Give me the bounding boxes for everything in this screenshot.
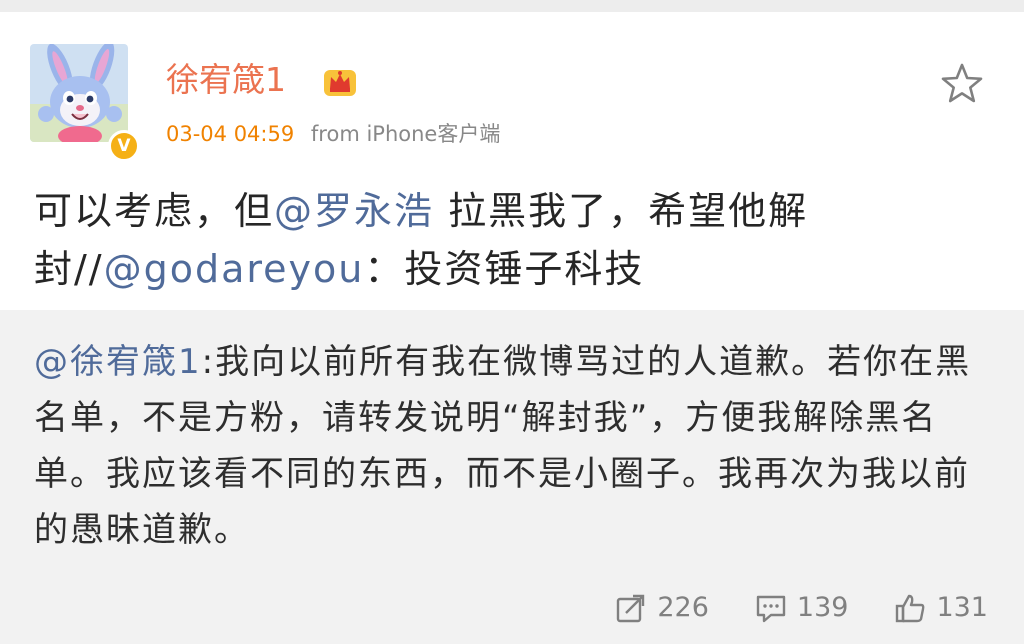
top-divider: [0, 0, 1024, 12]
bunny-avatar-icon: [30, 44, 128, 142]
like-count-button[interactable]: 131: [894, 592, 988, 624]
post-text-part3: ：投资锤子科技: [364, 247, 645, 291]
star-icon[interactable]: [940, 62, 984, 106]
repost-count: 226: [657, 592, 709, 623]
comment-count-button[interactable]: 139: [755, 592, 849, 624]
mention-original-author[interactable]: @徐宥箴1: [34, 342, 202, 382]
thumbs-up-icon: [896, 594, 925, 623]
crown-icon[interactable]: [322, 64, 358, 100]
repost-stats: 226 139 131: [569, 588, 988, 628]
mention-luoyonghao[interactable]: @罗永浩: [274, 189, 434, 233]
weibo-post-screen: V 徐宥箴1 03-04 04:59 from iPhone客户端 可以考虑，但…: [0, 0, 1024, 644]
reposted-content[interactable]: @徐宥箴1:我向以前所有我在微博骂过的人道歉。若你在黑名单，不是方粉，请转发说明…: [0, 310, 1024, 644]
share-icon: [617, 594, 645, 623]
post-text: 可以考虑，但@罗永浩 拉黑我了，希望他解封//@godareyou：投资锤子科技: [34, 182, 994, 298]
avatar[interactable]: [30, 44, 128, 142]
like-count: 131: [936, 592, 988, 623]
verified-badge: V: [108, 130, 140, 162]
mention-godareyou[interactable]: @godareyou: [104, 247, 365, 291]
post-text-part1: 可以考虑，但: [34, 189, 275, 233]
original-post: V 徐宥箴1 03-04 04:59 from iPhone客户端 可以考虑，但…: [0, 12, 1024, 310]
author-name[interactable]: 徐宥箴1: [166, 58, 286, 102]
post-source[interactable]: from iPhone客户端: [311, 122, 500, 146]
post-time: 03-04 04:59: [166, 122, 295, 146]
comment-icon: [756, 595, 786, 623]
repost-text: @徐宥箴1:我向以前所有我在微博骂过的人道歉。若你在黑名单，不是方粉，请转发说明…: [34, 334, 984, 558]
comment-count: 139: [796, 592, 849, 623]
post-meta: 03-04 04:59 from iPhone客户端: [166, 120, 500, 148]
repost-count-button[interactable]: 226: [615, 592, 709, 624]
